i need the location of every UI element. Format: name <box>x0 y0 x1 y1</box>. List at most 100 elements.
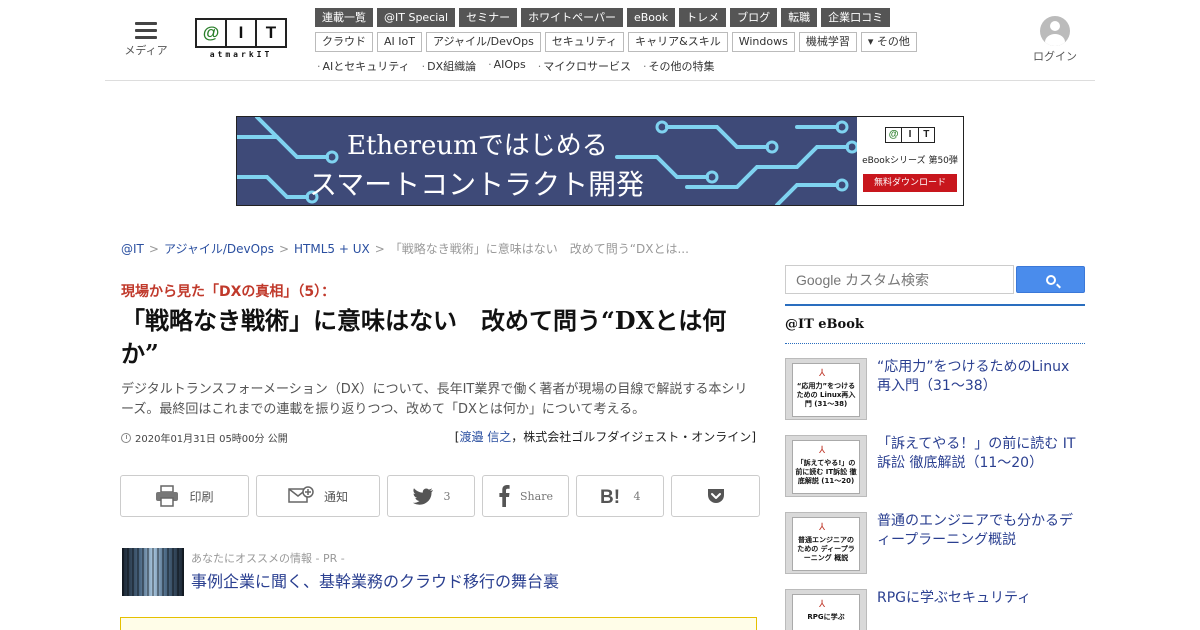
breadcrumb-link[interactable]: @IT <box>121 242 144 256</box>
nav-category-security[interactable]: セキュリティ <box>544 32 625 52</box>
ebook-item[interactable]: ⅄ 「訴えてやる!」の前に読む IT訴訟 徹底解説 (11～20) 「訴えてやる！… <box>785 435 1085 497</box>
nav-category-ml[interactable]: 機械学習 <box>798 32 857 52</box>
nav-category-career[interactable]: キャリア&スキル <box>628 32 728 52</box>
logo-letter: @ <box>197 20 227 46</box>
ebook-title[interactable]: 普通のエンジニアでも分かるディープラーニング概説 <box>877 512 1082 550</box>
ebook-cover: ⅄ RPGに学ぶ <box>785 589 867 630</box>
ebook-item[interactable]: ⅄ “応用力”をつけるための Linux再入門 (31～38) “応用力”をつける… <box>785 358 1085 420</box>
nav-category-windows[interactable]: Windows <box>731 32 795 52</box>
ebook-title[interactable]: 「訴えてやる！」の前に読む IT訴訟 徹底解説（11～20） <box>877 435 1082 473</box>
ebook-cover-text: 「訴えてやる!」の前に読む IT訴訟 徹底解説 (11～20) <box>795 459 857 485</box>
nav-tab-seminar[interactable]: セミナー <box>459 8 518 27</box>
article-title: 「戦略なき戦術」に意味はない 改めて問う“DXとは何か” <box>121 306 727 368</box>
pr-link[interactable]: 事例企業に聞く、基幹業務のクラウド移行の舞台裏 <box>191 568 559 592</box>
nav-feature-link[interactable]: AIとセキュリティ <box>317 58 410 74</box>
twitter-icon <box>412 488 433 505</box>
breadcrumb: @IT > アジャイル/DevOps > HTML5 + UX > 「戦略なき戦術」に意味は… <box>121 242 689 256</box>
member-notice-box <box>120 617 757 630</box>
svg-text:B!: B! <box>600 487 620 506</box>
nav-category-ai-iot[interactable]: AI IoT <box>377 32 422 52</box>
printer-icon <box>156 485 179 507</box>
user-icon <box>1040 16 1070 46</box>
nav-category-agile[interactable]: アジャイル/DevOps <box>425 32 541 52</box>
ebook-cover: ⅄ 普通エンジニアのための ディープラーニング 概説 <box>785 512 867 574</box>
nav-feature-link[interactable]: DX組織論 <box>422 58 476 74</box>
notify-button[interactable]: 通知 <box>256 475 380 517</box>
ebook-cover: ⅄ 「訴えてやる!」の前に読む IT訴訟 徹底解説 (11～20) <box>785 435 867 497</box>
pr-label: あなたにオススメの情報 - PR - <box>191 552 345 565</box>
logo-letter: T <box>923 129 930 140</box>
share-bar: 印刷 通知 3 Share B! 4 <box>120 475 760 517</box>
nav-tab-blog[interactable]: ブログ <box>730 8 778 27</box>
print-label: 印刷 <box>189 489 214 504</box>
banner-download-button[interactable]: 無料ダウンロード <box>863 174 957 192</box>
login-button[interactable]: ログイン <box>1030 16 1080 64</box>
nav-tab-reviews[interactable]: 企業口コミ <box>821 8 891 27</box>
pdf-icon: ⅄ <box>819 368 826 379</box>
nav-tab-jobs[interactable]: 転職 <box>781 8 818 27</box>
nav-tab-ebook[interactable]: eBook <box>626 8 676 27</box>
author-link[interactable]: 渡邉 信之 <box>459 430 511 444</box>
breadcrumb-link[interactable]: アジャイル/DevOps <box>164 242 274 256</box>
banner-logo: @ I T <box>885 127 935 143</box>
ad-banner[interactable]: Ethereumではじめる スマートコントラクト開発 @ I T eBookシリ… <box>236 116 964 206</box>
pr-recommendation[interactable]: あなたにオススメの情報 - PR - 事例企業に聞く、基幹業務のクラウド移行の舞… <box>122 548 757 598</box>
clock-icon <box>121 432 131 443</box>
hatena-count: 4 <box>633 489 641 503</box>
search-icon <box>1045 274 1056 285</box>
nav-feature-link[interactable]: その他の特集 <box>643 58 715 74</box>
banner-series-label: eBookシリーズ 第50弾 <box>862 156 958 166</box>
logo-letter: I <box>902 128 919 142</box>
twitter-share-button[interactable]: 3 <box>387 475 475 517</box>
publish-date-text: 2020年01月31日 05時00分 公開 <box>135 434 288 445</box>
logo-letter: T <box>265 23 277 42</box>
ebook-title[interactable]: RPGに学ぶセキュリティ <box>877 589 1082 608</box>
mail-plus-icon <box>288 486 314 503</box>
print-button[interactable]: 印刷 <box>120 475 249 517</box>
nav-tab-special[interactable]: @IT Special <box>377 8 456 27</box>
hatena-bookmark-button[interactable]: B! 4 <box>576 475 664 517</box>
nav-category-more[interactable]: ▾ その他 <box>860 32 917 52</box>
pocket-icon <box>707 489 724 503</box>
banner-side-panel: @ I T eBookシリーズ 第50弾 無料ダウンロード <box>857 117 963 205</box>
site-header: メディア @ I T atmarkIT 連載一覧 @IT Special セミナ… <box>105 0 1095 81</box>
series-title[interactable]: 現場から見た「DXの真相」（5）： <box>121 281 335 301</box>
ebook-title[interactable]: “応用力”をつけるためのLinux再入門（31～38） <box>877 358 1082 396</box>
media-menu-label: メディア <box>124 44 168 57</box>
banner-subheadline: スマートコントラクト開発 <box>309 168 645 201</box>
nav-feature-link[interactable]: AIOps <box>488 58 526 74</box>
hamburger-icon <box>135 20 157 39</box>
facebook-icon <box>499 485 510 507</box>
breadcrumb-link[interactable]: HTML5 + UX <box>294 242 370 256</box>
ebook-cover-text: “応用力”をつけるための Linux再入門 (31～38) <box>796 382 856 408</box>
facebook-share-button[interactable]: Share <box>482 475 569 517</box>
logo-subtext: atmarkIT <box>209 50 273 59</box>
nav-tab-series[interactable]: 連載一覧 <box>315 8 373 27</box>
pdf-icon: ⅄ <box>819 445 826 456</box>
nav-tab-whitepaper[interactable]: ホワイトペーパー <box>521 8 623 27</box>
logo-letter: @ <box>886 128 903 142</box>
hatena-bookmark-icon: B! <box>600 487 620 506</box>
pocket-button[interactable] <box>671 475 760 517</box>
author-org: ，株式会社ゴルフダイジェスト・オンライン <box>511 430 752 444</box>
pdf-icon: ⅄ <box>819 599 826 610</box>
article-lead: デジタルトランスフォーメーション（DX）について、長年IT業界で働く著者が現場の… <box>121 382 748 417</box>
ebook-cover: ⅄ “応用力”をつけるための Linux再入門 (31～38) <box>785 358 867 420</box>
primary-nav: 連載一覧 @IT Special セミナー ホワイトペーパー eBook トレメ… <box>315 8 891 27</box>
ebook-item[interactable]: ⅄ 普通エンジニアのための ディープラーニング 概説 普通のエンジニアでも分かるデ… <box>785 512 1085 574</box>
twitter-count: 3 <box>443 489 451 503</box>
site-logo[interactable]: @ I T atmarkIT <box>195 18 287 59</box>
search-button[interactable] <box>1016 266 1085 293</box>
logo-letter: I <box>227 20 257 46</box>
media-menu-button[interactable]: メディア <box>121 20 171 58</box>
search-input[interactable] <box>785 265 1014 294</box>
nav-feature-link[interactable]: マイクロサービス <box>538 58 631 74</box>
nav-category-cloud[interactable]: クラウド <box>315 32 373 52</box>
category-nav: クラウド AI IoT アジャイル/DevOps セキュリティ キャリア&スキル… <box>315 32 917 52</box>
nav-tab-toreme[interactable]: トレメ <box>679 8 727 27</box>
publish-date: 2020年01月31日 05時00分 公開 <box>121 430 288 445</box>
custom-search <box>785 265 1085 294</box>
ebook-item[interactable]: ⅄ RPGに学ぶ RPGに学ぶセキュリティ <box>785 589 1085 630</box>
ebook-cover-text: RPGに学ぶ <box>807 613 845 621</box>
facebook-label: Share <box>520 489 553 503</box>
